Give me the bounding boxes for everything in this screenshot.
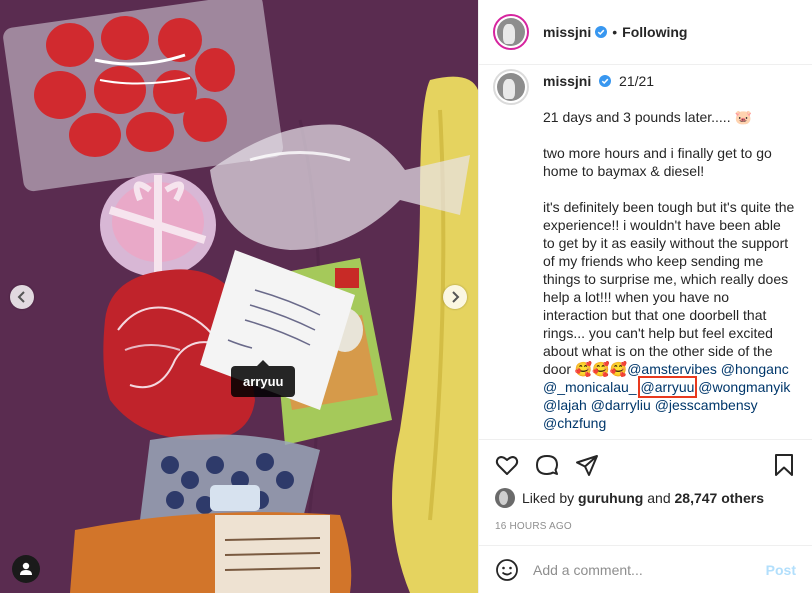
caption-title: 21/21 <box>619 73 655 89</box>
juice-bottle <box>70 512 352 593</box>
likes-conjunction: and <box>647 490 671 506</box>
mention-link[interactable]: @chzfung <box>543 415 606 431</box>
likes-summary: Liked by guruhung and 28,747 others <box>495 488 796 508</box>
separator-dot: • <box>612 24 618 40</box>
caption: missjni 21/21 21 days and 3 pounds later… <box>493 69 796 432</box>
avatar[interactable] <box>493 14 529 50</box>
mention-link[interactable]: @_monicalau_ <box>543 379 637 395</box>
likes-prefix: Liked by <box>522 490 575 506</box>
post-timestamp[interactable]: 16 HOURS AGO <box>495 521 796 532</box>
mention-link[interactable]: @lajah <box>543 397 587 413</box>
person-icon <box>20 562 32 575</box>
post-header: missjni • Following <box>479 0 812 65</box>
flower-box <box>100 173 216 277</box>
bookmark-icon[interactable] <box>772 453 796 477</box>
likes-count[interactable]: 28,747 others <box>675 490 765 506</box>
post-actions: Liked by guruhung and 28,747 others 16 H… <box>479 439 812 532</box>
header-username[interactable]: missjni <box>543 24 591 40</box>
user-tag-label[interactable]: arryuu <box>231 360 296 397</box>
mention-link[interactable]: @jesscambensy <box>655 397 758 413</box>
heart-icon[interactable] <box>495 453 519 477</box>
add-comment-bar: Post <box>479 545 812 593</box>
smiley-icon[interactable] <box>495 558 519 582</box>
verified-badge-icon <box>599 75 612 87</box>
mention-link[interactable]: @wongmanyik <box>698 379 790 395</box>
mention-link[interactable]: @amstervibes <box>627 361 717 377</box>
next-photo-button[interactable] <box>443 285 467 309</box>
paper-plane-icon[interactable] <box>575 453 599 477</box>
caption-line-1: 21 days and 3 pounds later..... 🐷 <box>543 109 752 125</box>
comment-bubble-icon[interactable] <box>535 453 559 477</box>
caption-username[interactable]: missjni <box>543 73 591 89</box>
prev-photo-button[interactable] <box>10 285 34 309</box>
liker-username[interactable]: guruhung <box>578 490 643 506</box>
caption-line-3: it's definitely been tough but it's quit… <box>543 198 796 432</box>
post-panel: missjni • Following missjni 21/21 21 day… <box>478 0 812 593</box>
post-photo[interactable]: arryuu <box>0 0 478 593</box>
show-tags-button[interactable] <box>12 555 40 583</box>
liker-avatar[interactable] <box>495 488 515 508</box>
post-comment-button[interactable]: Post <box>766 562 796 578</box>
verified-badge-icon <box>595 26 608 38</box>
chevron-right-icon <box>452 291 460 303</box>
chevron-left-icon <box>17 291 25 303</box>
caption-line-2: two more hours and i finally get to go h… <box>543 145 772 179</box>
caption-text: it's definitely been tough but it's quit… <box>543 199 795 377</box>
comment-input[interactable] <box>533 561 766 578</box>
photo-scene <box>0 0 478 593</box>
following-button[interactable]: Following <box>622 24 687 40</box>
mention-link[interactable]: @darryliu <box>591 397 651 413</box>
mention-link-highlighted[interactable]: @arryuu <box>637 376 698 398</box>
mention-link[interactable]: @honganc <box>721 361 789 377</box>
caption-avatar[interactable] <box>493 69 529 105</box>
comments-area[interactable]: missjni 21/21 21 days and 3 pounds later… <box>479 65 812 439</box>
